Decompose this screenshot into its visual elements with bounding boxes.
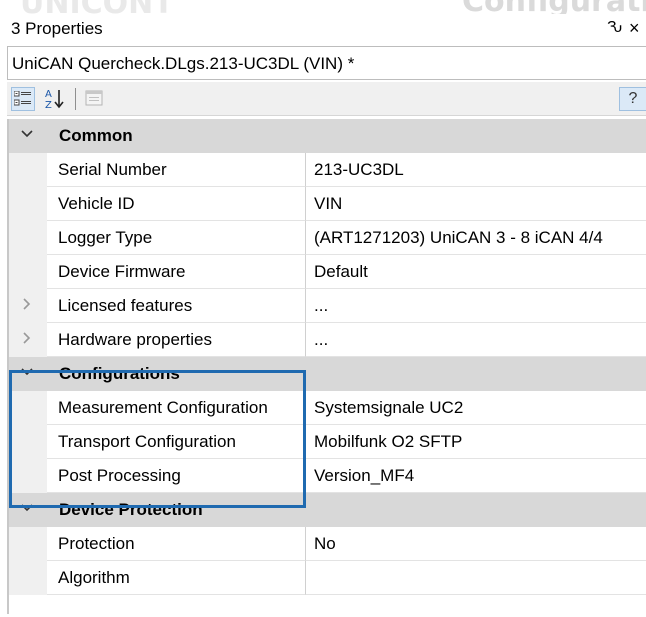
property-row-measurement-configuration[interactable]: Measurement Configuration Systemsignale … <box>9 391 646 425</box>
property-row-device-firmware[interactable]: Device Firmware Default <box>9 255 646 289</box>
property-value: 213-UC3DL <box>314 160 404 179</box>
category-common[interactable]: Common <box>9 119 646 153</box>
property-value: Systemsignale UC2 <box>314 398 464 417</box>
property-name: Device Firmware <box>58 262 186 281</box>
property-pages-button[interactable] <box>83 87 107 111</box>
category-label: Configurations <box>59 364 180 383</box>
property-name: Transport Configuration <box>58 432 236 451</box>
property-name: Logger Type <box>58 228 153 247</box>
chevron-right-icon[interactable] <box>21 332 33 344</box>
property-row-hardware-properties[interactable]: Hardware properties ... <box>9 323 646 357</box>
chevron-down-icon[interactable] <box>21 366 33 378</box>
property-row-licensed-features[interactable]: Licensed features ... <box>9 289 646 323</box>
alphabetical-icon: A Z <box>45 89 64 111</box>
property-value: VIN <box>314 194 343 213</box>
property-pages-icon <box>85 90 103 106</box>
property-grid: Common Serial Number 213-UC3DL Vehicle I… <box>7 119 646 614</box>
property-name: Algorithm <box>58 568 130 587</box>
property-row-post-processing[interactable]: Post Processing Version_MF4 <box>9 459 646 493</box>
alphabetical-button[interactable]: A Z <box>43 87 67 111</box>
svg-text:A: A <box>45 89 52 100</box>
chevron-down-icon[interactable] <box>21 128 33 140</box>
help-button[interactable]: ? <box>619 87 646 111</box>
properties-panel: 3 Properties Ԅ × UniCAN Quercheck.DLgs.2… <box>7 14 646 617</box>
svg-text:Z: Z <box>45 100 52 111</box>
property-name: Vehicle ID <box>58 194 135 213</box>
property-value: ... <box>314 296 329 315</box>
properties-toolbar: A Z ? <box>7 82 646 116</box>
property-row-algorithm[interactable]: Algorithm <box>9 561 646 595</box>
property-row-serial-number[interactable]: Serial Number 213-UC3DL <box>9 153 646 187</box>
property-row-vehicle-id[interactable]: Vehicle ID VIN <box>9 187 646 221</box>
property-value: Mobilfunk O2 SFTP <box>314 432 463 451</box>
category-label: Device Protection <box>59 500 203 519</box>
property-name: Post Processing <box>58 466 181 485</box>
property-value: (ART1271203) UniCAN 3 - 8 iCAN 4/4 <box>314 228 603 247</box>
property-row-protection[interactable]: Protection No <box>9 527 646 561</box>
property-row-logger-type[interactable]: Logger Type (ART1271203) UniCAN 3 - 8 iC… <box>9 221 646 255</box>
property-value: ... <box>314 330 329 349</box>
category-configurations[interactable]: Configurations <box>9 357 646 391</box>
property-value: Default <box>314 262 368 281</box>
background-right-text: Configuration <box>462 0 646 14</box>
category-label: Common <box>59 126 133 145</box>
property-value: Version_MF4 <box>314 466 415 485</box>
background-watermark: UNICONT Configuration <box>0 0 646 14</box>
property-value: No <box>314 534 336 553</box>
chevron-right-icon[interactable] <box>21 298 33 310</box>
property-name: Measurement Configuration <box>58 398 268 417</box>
category-device-protection[interactable]: Device Protection <box>9 493 646 527</box>
property-name: Hardware properties <box>58 330 213 349</box>
property-name: Licensed features <box>58 296 193 315</box>
toolbar-separator <box>75 88 76 110</box>
property-row-transport-configuration[interactable]: Transport Configuration Mobilfunk O2 SFT… <box>9 425 646 459</box>
object-name: UniCAN Quercheck.DLgs.213-UC3DL (VIN) * <box>12 54 355 73</box>
close-icon[interactable]: × <box>629 18 640 39</box>
panel-title: 3 Properties <box>11 19 103 38</box>
pin-icon[interactable]: Ԅ <box>607 19 622 37</box>
background-left-text: UNICONT <box>20 0 174 14</box>
object-selector[interactable]: UniCAN Quercheck.DLgs.213-UC3DL (VIN) * <box>7 46 646 80</box>
categorized-button[interactable] <box>11 87 35 111</box>
property-name: Protection <box>58 534 135 553</box>
categorized-icon <box>14 91 31 106</box>
property-name: Serial Number <box>58 160 167 179</box>
panel-titlebar: 3 Properties Ԅ × <box>7 14 646 44</box>
chevron-down-icon[interactable] <box>21 502 33 514</box>
